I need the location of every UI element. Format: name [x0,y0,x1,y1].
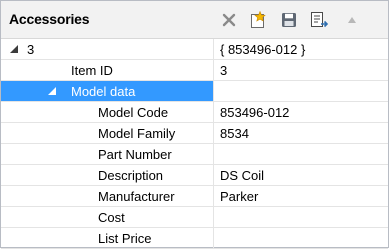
property-value-cell[interactable] [215,144,388,164]
grid-row[interactable]: List Price [1,228,388,249]
grid-row[interactable]: Manufacturer Parker [1,186,388,207]
property-name: Model data [71,84,136,99]
save-floppy-icon [282,13,296,27]
property-grid: 3 { 853496-012 } Item ID 3 Model data Mo… [1,39,388,249]
property-name: Part Number [98,147,172,162]
property-value-cell[interactable] [215,81,388,101]
property-value: 8534 [220,126,249,141]
property-value: 3 [220,63,228,78]
scroll-up-button[interactable] [345,13,359,27]
property-name-cell: Part Number [1,144,214,164]
grid-row[interactable]: 3 { 853496-012 } [1,39,388,60]
grid-row[interactable]: Description DS Coil [1,165,388,186]
property-name-cell: Manufacturer [1,186,214,206]
property-name: Model Family [98,126,176,141]
panel-title: Accessories [9,11,90,27]
new-document-star-icon [251,11,266,28]
property-value: DS Coil [220,168,265,183]
triangle-up-icon [348,17,356,23]
property-name: Item ID [71,63,113,78]
grid-row-model-data[interactable]: Model data [1,81,388,102]
save-button[interactable] [279,10,299,30]
close-x-icon [222,13,236,27]
export-list-icon [311,12,328,28]
export-button[interactable] [309,10,329,30]
property-name-cell: Model Code [1,102,214,122]
property-value-cell[interactable] [215,228,388,248]
property-value: { 853496-012 } [220,42,306,57]
property-value-cell[interactable]: DS Coil [215,165,388,185]
grid-row[interactable]: Part Number [1,144,388,165]
accessories-panel: Accessories 3 {853496-012} Item ID 3 M… [0,0,389,249]
property-name-cell: Item ID [1,60,214,80]
property-name-cell: Model data [1,81,214,101]
grid-row[interactable]: Model Code 853496-012 [1,102,388,123]
property-name: 3 [27,42,35,57]
property-value-cell[interactable]: 8534 [215,123,388,143]
property-name-cell: Description [1,165,214,185]
property-value: 853496-012 [220,105,290,120]
property-name: Cost [98,210,125,225]
grid-row[interactable]: Item ID 3 [1,60,388,81]
property-value: Parker [220,189,259,204]
property-name: Model Code [98,105,169,120]
property-name-cell: Cost [1,207,214,227]
delete-button[interactable] [219,10,239,30]
property-value-cell[interactable]: 3 [215,60,388,80]
property-name-cell: List Price [1,228,214,248]
grid-row[interactable]: Model Family 8534 [1,123,388,144]
property-name-cell: Model Family [1,123,214,143]
collapse-triangle-icon[interactable] [9,44,19,54]
property-value-cell[interactable]: { 853496-012 } [215,39,388,59]
property-value-cell[interactable] [215,207,388,227]
property-value-cell[interactable]: Parker [215,186,388,206]
property-name-cell: 3 [1,39,214,59]
collapse-triangle-icon[interactable] [47,86,57,96]
new-item-button[interactable] [248,10,268,30]
property-name: List Price [98,231,152,246]
panel-header: Accessories [1,1,388,39]
property-name: Manufacturer [98,189,175,204]
property-value-cell[interactable]: 853496-012 [215,102,388,122]
property-name: Description [98,168,164,183]
grid-row[interactable]: Cost [1,207,388,228]
